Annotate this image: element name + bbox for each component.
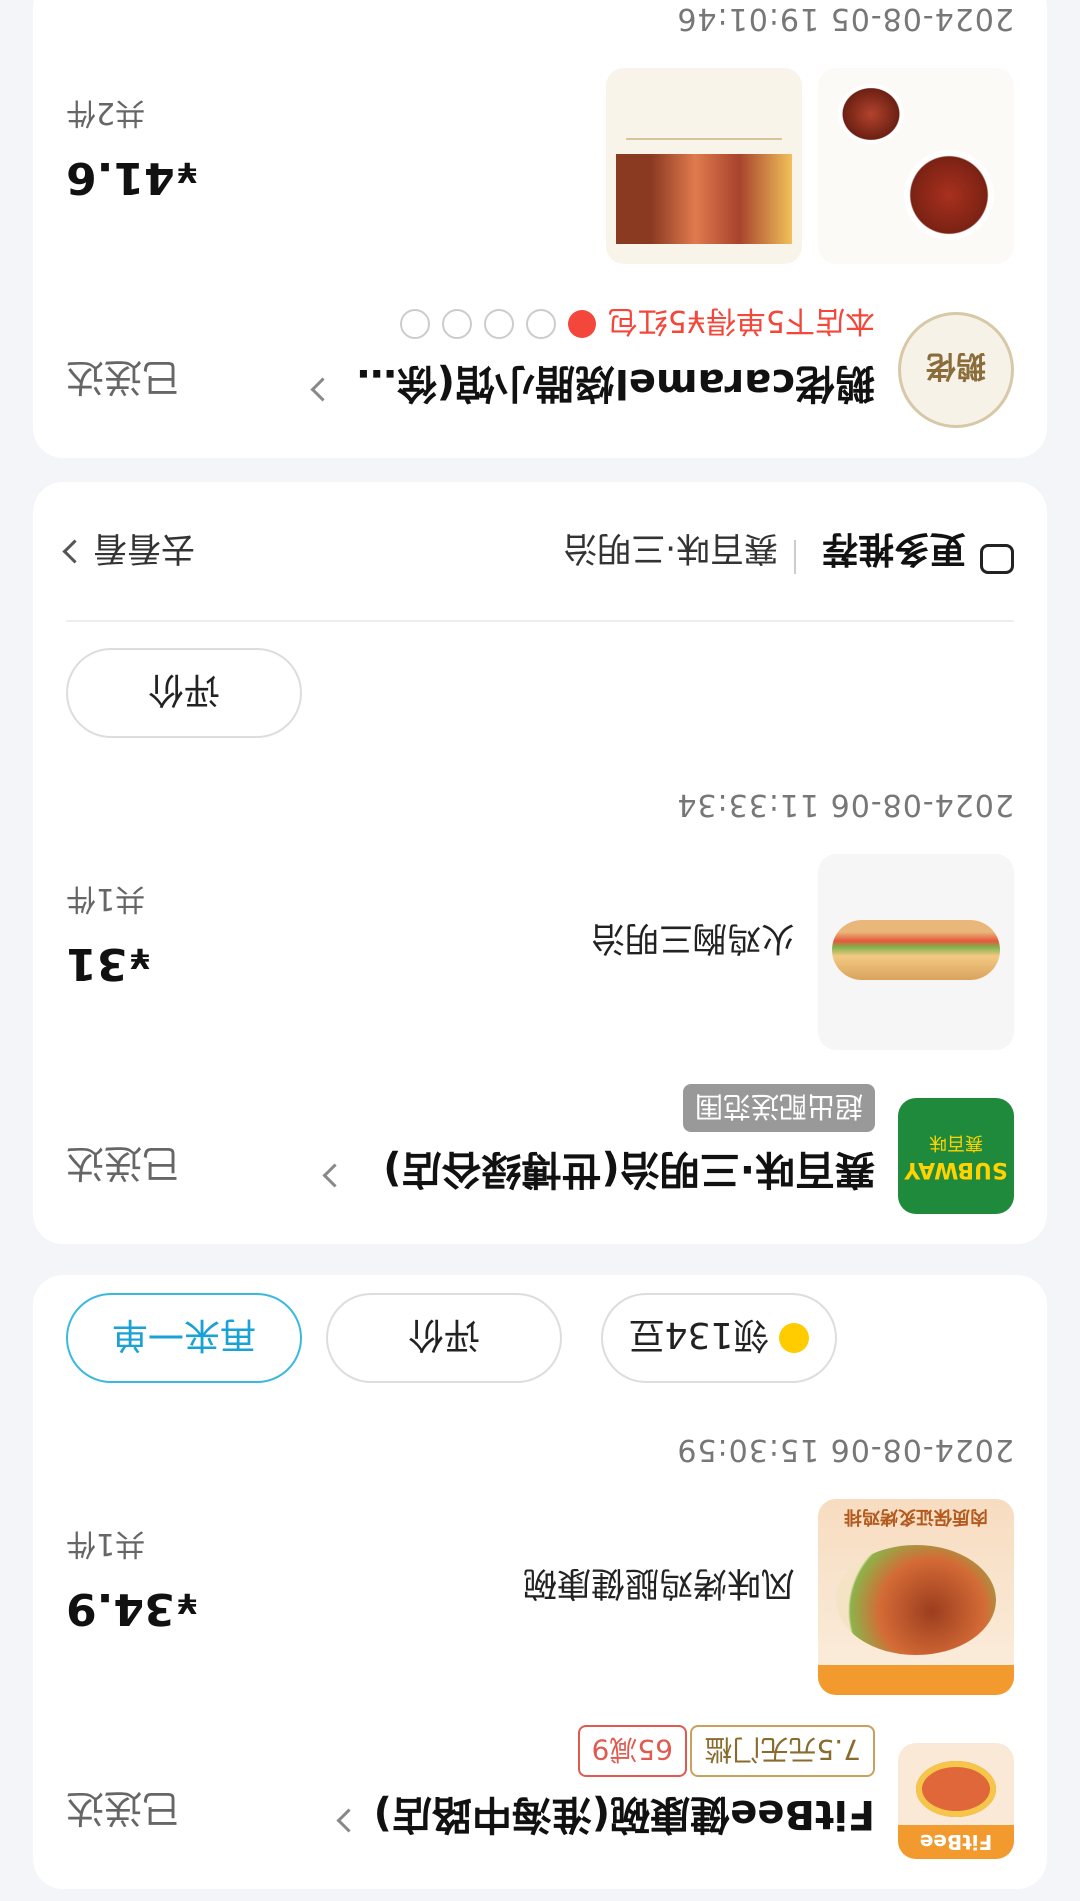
shop-name[interactable]: 赛百味·三明治(世博绿谷店): [355, 1144, 875, 1202]
order-price: ¥31: [66, 938, 150, 989]
claim-bean-button[interactable]: 领134豆: [601, 1293, 837, 1383]
order-list-page: FitBee FitBee健康碗(淮海中路店) 已送达 7.5元无门槛 65减9…: [0, 0, 1080, 1901]
currency-symbol: ¥: [130, 942, 150, 975]
logo-text: SUBWAY: [904, 1157, 1008, 1182]
recommend-shop: 赛百味·三明治: [563, 528, 778, 568]
go-see-link[interactable]: 去看看: [62, 527, 195, 576]
price-value: 31: [66, 938, 128, 989]
progress-dot: [441, 309, 472, 339]
order-time: 2024-08-05 19:01:46: [676, 1, 1014, 36]
claim-bean-label: 领134豆: [628, 1314, 770, 1355]
item-thumbnail[interactable]: [818, 68, 1014, 264]
shop-name[interactable]: 鹅佬caramel烧腊小馆(徐家…: [355, 358, 875, 416]
price-value: 34.9: [66, 1583, 175, 1634]
out-of-range-badge: 超出配送范围: [682, 1084, 875, 1132]
reorder-label: 再来一单: [112, 1314, 257, 1355]
item-count: 共1件: [66, 881, 146, 916]
go-see-label: 去看看: [93, 528, 195, 568]
order-time: 2024-08-06 15:30:59: [676, 1432, 1014, 1467]
coupon-tag: 7.5元无门槛: [690, 1725, 875, 1777]
shop-logo: 鹅佬: [898, 312, 1014, 428]
coin-icon: [779, 1323, 810, 1353]
order-price: ¥41.6: [66, 152, 197, 203]
recommend-title: 更多推荐: [821, 528, 966, 569]
order-card[interactable]: SUBWAY 赛百味 赛百味·三明治(世博绿谷店) 已送达 超出配送范围 火鸡胸…: [33, 482, 1047, 1244]
chevron-right-icon: [62, 539, 87, 564]
recommend-bar[interactable]: 更多推荐 赛百味·三明治 去看看: [62, 514, 1014, 594]
store-icon: [980, 544, 1014, 574]
chevron-right-icon[interactable]: [310, 377, 335, 402]
reorder-button[interactable]: 再来一单: [66, 1293, 302, 1383]
shop-name[interactable]: FitBee健康碗(淮海中路店): [355, 1789, 875, 1847]
order-status: 已送达: [66, 1141, 181, 1185]
item-name: 火鸡胸三明治: [591, 918, 795, 958]
price-value: 41.6: [66, 152, 175, 203]
logo-text: FitBee: [898, 1825, 1014, 1859]
order-card[interactable]: 鹅佬 鹅佬caramel烧腊小馆(徐家… 已送达 本店下5单得¥5红包 ¥41.…: [33, 0, 1047, 458]
promo-text: 本店下5单得¥5红包: [607, 303, 875, 338]
progress-dot: [483, 309, 514, 339]
shop-logo: SUBWAY 赛百味: [898, 1098, 1014, 1214]
divider: [66, 620, 1014, 622]
item-thumbnail[interactable]: 肉质保证炙烤鸡排: [818, 1499, 1014, 1695]
currency-symbol: ¥: [177, 156, 198, 189]
coupon-tag: 65减9: [577, 1725, 687, 1777]
order-time: 2024-08-06 11:33:34: [676, 787, 1014, 822]
order-price: ¥34.9: [66, 1583, 197, 1634]
separator: [794, 540, 796, 574]
order-status: 已送达: [66, 1786, 181, 1830]
item-thumbnail[interactable]: [818, 854, 1014, 1050]
shop-logo: FitBee: [898, 1743, 1014, 1859]
review-button[interactable]: 评价: [66, 648, 302, 738]
review-button[interactable]: 评价: [326, 1293, 562, 1383]
logo-subtext: 赛百味: [929, 1132, 983, 1153]
thumb-caption: 肉质保证炙烤鸡排: [844, 1506, 988, 1527]
progress-dot: [525, 309, 556, 339]
review-label: 评价: [408, 1314, 481, 1355]
thumb-banner: [818, 1665, 1014, 1695]
item-name: 风味烤鸡腿健康碗: [523, 1563, 795, 1603]
promo-row[interactable]: 本店下5单得¥5红包: [399, 302, 875, 346]
item-count: 共1件: [66, 1526, 146, 1561]
logo-text: 鹅佬: [926, 348, 986, 383]
order-card[interactable]: FitBee FitBee健康碗(淮海中路店) 已送达 7.5元无门槛 65减9…: [33, 1275, 1047, 1889]
item-thumbnail[interactable]: [606, 68, 802, 264]
order-status: 已送达: [66, 355, 181, 399]
chevron-right-icon[interactable]: [322, 1163, 347, 1188]
chevron-down-icon: [567, 310, 596, 338]
progress-dot: [399, 309, 430, 339]
item-count: 共2件: [66, 95, 146, 130]
review-label: 评价: [148, 669, 221, 710]
currency-symbol: ¥: [177, 1587, 198, 1620]
